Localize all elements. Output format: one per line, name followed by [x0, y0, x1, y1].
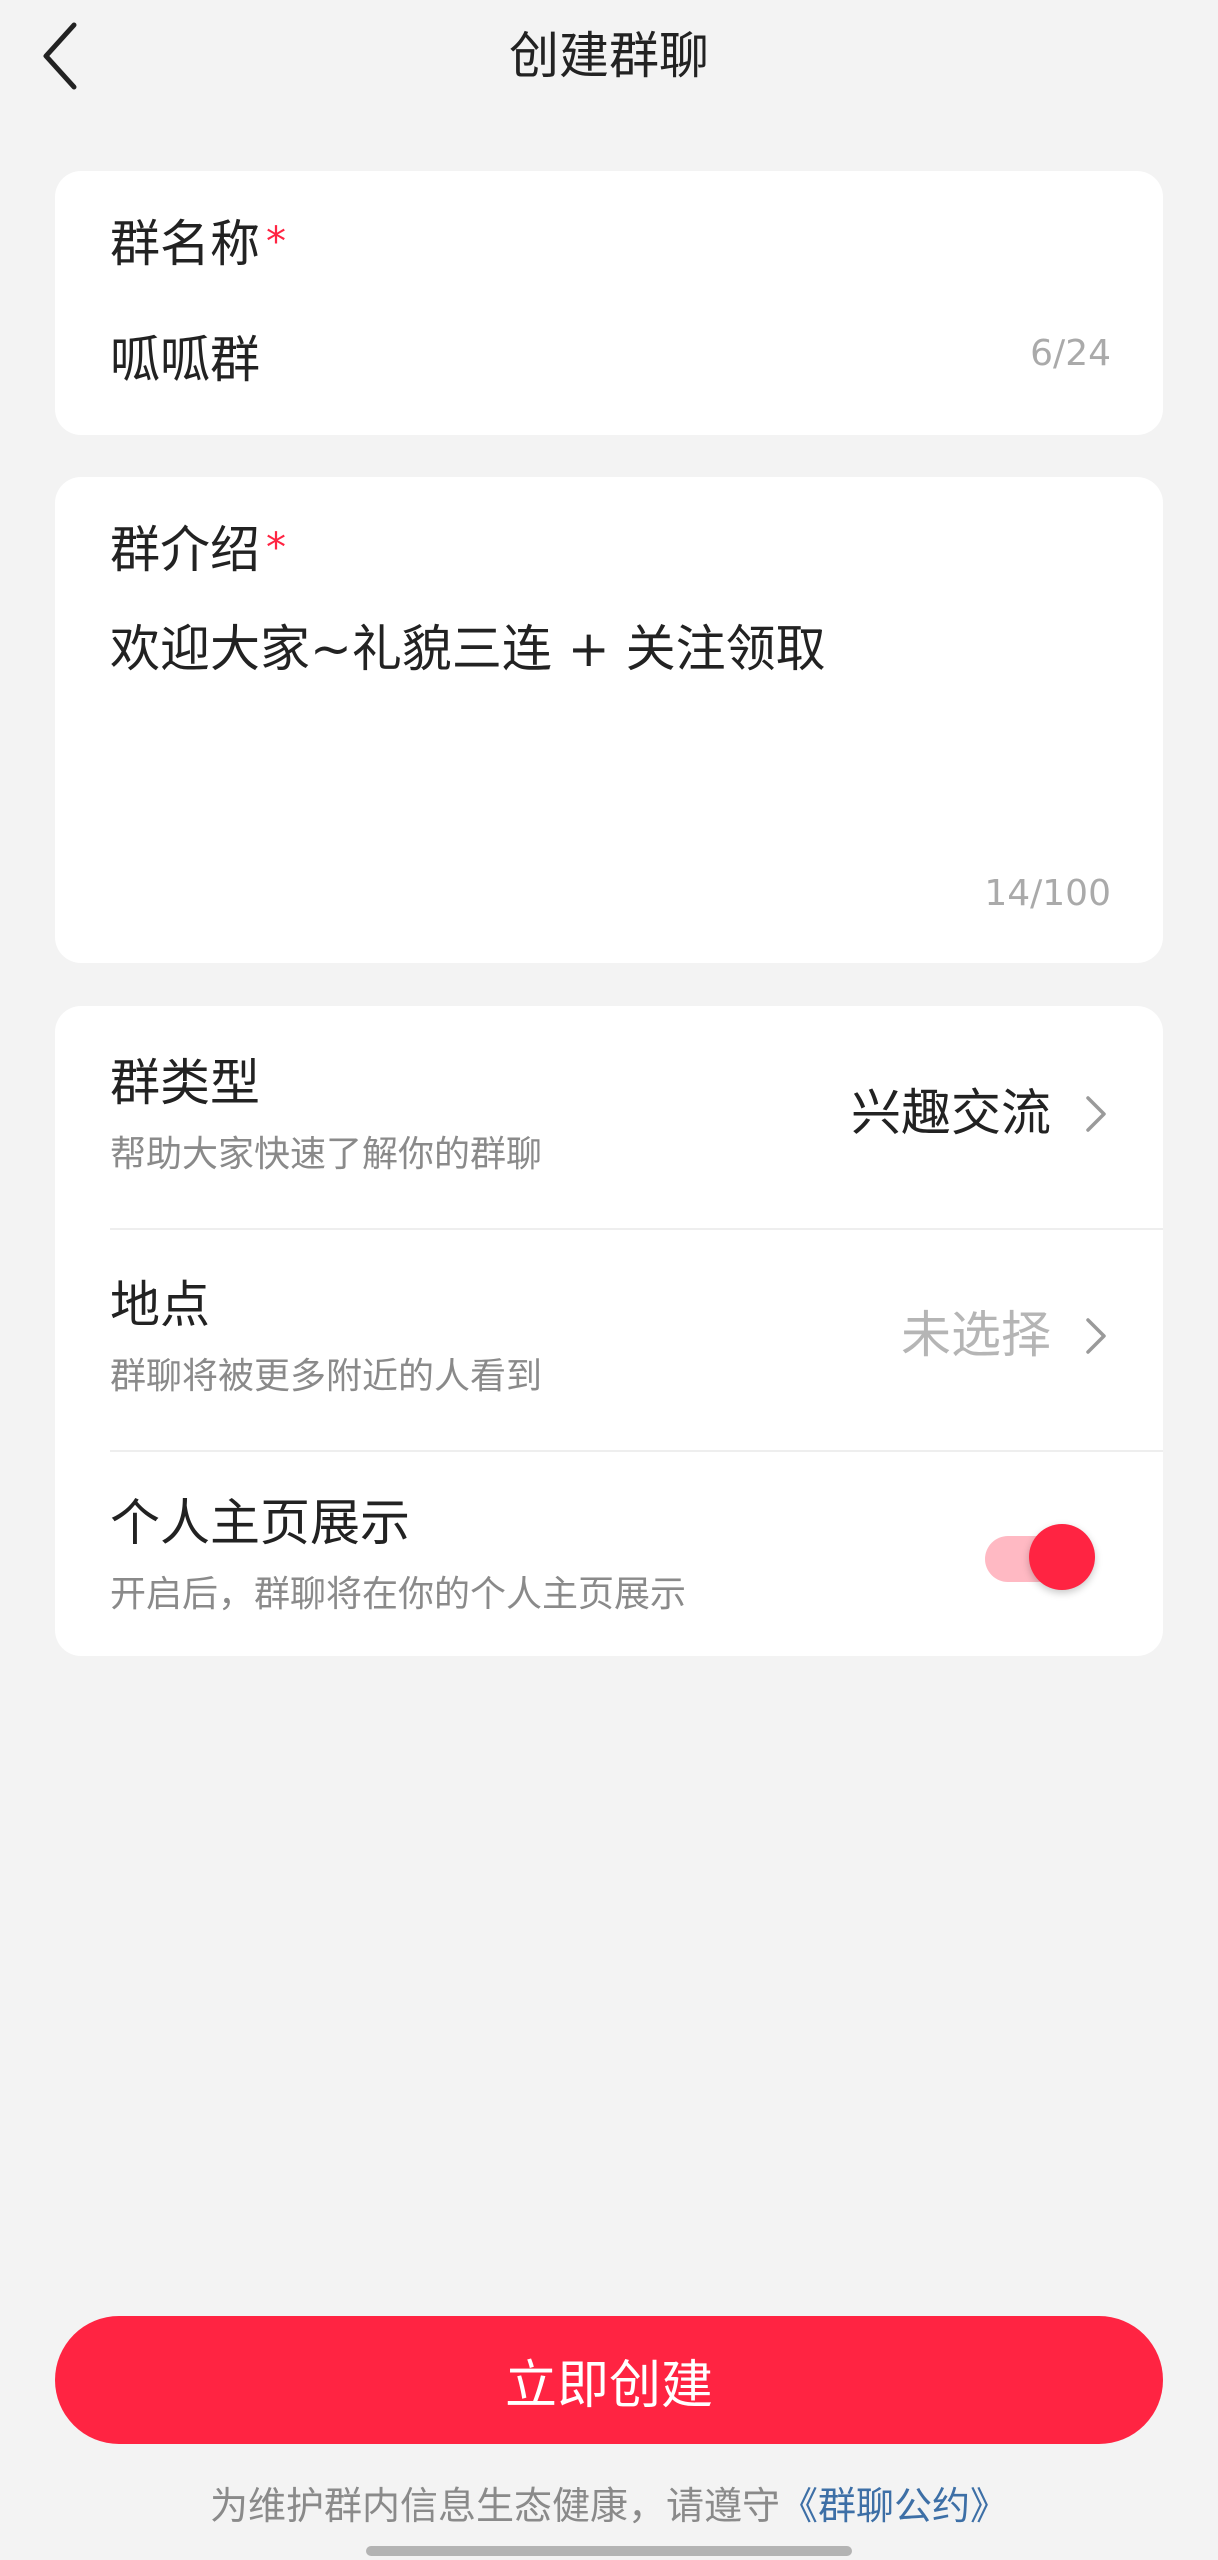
group-name-input[interactable]	[110, 319, 970, 393]
location-title: 地点	[110, 1276, 210, 1334]
required-mark: *	[266, 525, 286, 571]
profile-display-title: 个人主页展示	[110, 1494, 410, 1552]
group-settings-card: 群类型 帮助大家快速了解你的群聊 兴趣交流 地点 群聊将被更多附近的人看到 未选…	[55, 1006, 1163, 1656]
notice-prefix: 为维护群内信息生态健康，请遵守	[209, 2484, 780, 2528]
group-name-card: 群名称* 6/24	[55, 171, 1163, 435]
group-intro-counter: 14/100	[984, 873, 1111, 914]
chevron-right-icon	[1086, 1318, 1106, 1354]
profile-display-subtitle: 开启后，群聊将在你的个人主页展示	[110, 1574, 687, 1615]
group-type-subtitle: 帮助大家快速了解你的群聊	[110, 1134, 543, 1175]
profile-display-toggle[interactable]	[985, 1514, 1097, 1590]
group-name-label-row: 群名称 *	[110, 209, 286, 277]
create-group-page: 创建群聊 群名称* 6/24 群介绍* 欢迎大家~礼貌三连 + 关注领取 14/…	[0, 0, 1218, 2560]
create-now-button[interactable]: 立即创建	[55, 2316, 1163, 2444]
location-subtitle: 群聊将被更多附近的人看到	[110, 1356, 543, 1397]
page-title: 创建群聊	[509, 27, 709, 85]
group-intro-label-row: 群介绍 *	[110, 515, 286, 583]
toggle-knob	[1029, 1524, 1095, 1590]
location-row[interactable]: 地点 群聊将被更多附近的人看到 未选择	[55, 1228, 1163, 1450]
group-name-label: 群名称	[110, 215, 260, 273]
required-mark: *	[266, 219, 286, 265]
group-intro-label: 群介绍	[110, 521, 260, 579]
chevron-right-icon	[1086, 1096, 1106, 1132]
group-rules-link[interactable]: 《群聊公约》	[780, 2484, 1008, 2528]
group-type-title: 群类型	[110, 1054, 260, 1112]
notice-text: 为维护群内信息生态健康，请遵守《群聊公约》	[0, 2478, 1218, 2534]
location-value: 未选择	[901, 1306, 1051, 1364]
profile-display-row: 个人主页展示 开启后，群聊将在你的个人主页展示	[55, 1450, 1163, 1656]
header: 创建群聊	[0, 0, 1218, 112]
group-intro-textarea[interactable]: 欢迎大家~礼貌三连 + 关注领取	[110, 612, 1110, 852]
group-type-row[interactable]: 群类型 帮助大家快速了解你的群聊 兴趣交流	[55, 1006, 1163, 1228]
home-indicator	[366, 2546, 852, 2556]
group-name-counter: 6/24	[1030, 333, 1111, 374]
group-intro-card: 群介绍 * 欢迎大家~礼貌三连 + 关注领取 14/100	[55, 477, 1163, 963]
group-type-value: 兴趣交流	[851, 1084, 1051, 1142]
